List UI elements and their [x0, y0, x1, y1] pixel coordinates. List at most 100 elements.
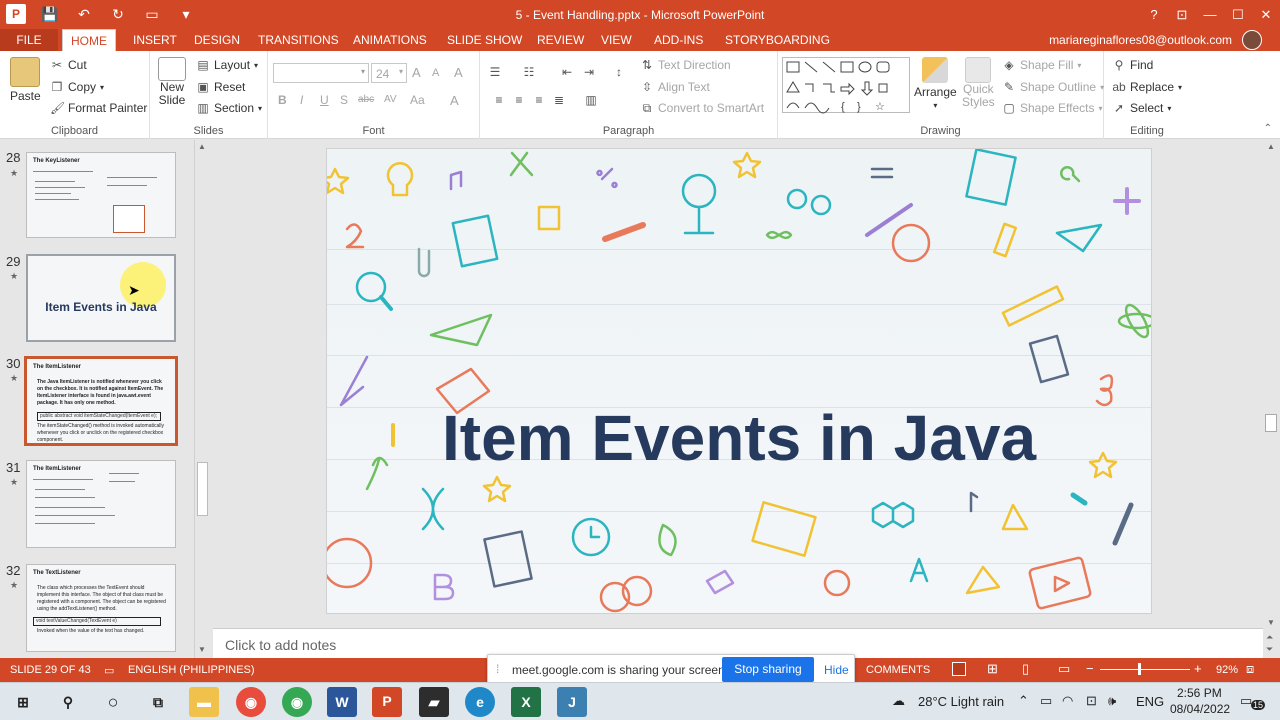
clear-formatting-button[interactable]: A	[454, 65, 463, 80]
scrollbar-thumb[interactable]	[1265, 414, 1277, 432]
tab-file[interactable]: FILE	[0, 29, 58, 51]
slide-scrollbar[interactable]: ▲ ▼ ⏶ ⏷	[1263, 140, 1280, 658]
clock-time[interactable]: 2:56 PM	[1177, 686, 1222, 700]
maximize-button[interactable]: ☐	[1224, 0, 1252, 29]
tab-design[interactable]: DESIGN	[186, 29, 248, 51]
minimize-button[interactable]: —	[1196, 0, 1224, 29]
shrink-font-button[interactable]: A	[432, 67, 439, 79]
close-button[interactable]: ✕	[1252, 0, 1280, 29]
wifi-icon[interactable]: ◠	[1062, 693, 1073, 709]
zoom-in-icon[interactable]: +	[1194, 661, 1202, 676]
tab-storyboarding[interactable]: STORYBOARDING	[717, 29, 838, 51]
tab-slide-show[interactable]: SLIDE SHOW	[439, 29, 530, 51]
zoom-slider[interactable]	[1100, 669, 1190, 670]
slide-thumbnail-32[interactable]: The TextListener The class which process…	[26, 564, 176, 652]
chrome-icon[interactable]: ◉	[282, 687, 312, 717]
tab-animations[interactable]: ANIMATIONS	[345, 29, 435, 51]
thumbnail-scrollbar[interactable]: ▲ ▼	[194, 140, 210, 658]
bullets-button[interactable]: ☰	[488, 65, 502, 79]
comments-button[interactable]: COMMENTS	[866, 664, 930, 676]
font-name-combobox[interactable]: ▾	[273, 63, 369, 83]
underline-button[interactable]: U	[320, 93, 329, 107]
windows-start-icon[interactable]: ⊞	[8, 687, 38, 717]
format-painter-button[interactable]: 🖌 Format Painter	[50, 101, 147, 115]
shape-effects-button[interactable]: ▢ Shape Effects ▾	[1002, 101, 1102, 115]
search-icon[interactable]: ⚲	[53, 687, 83, 717]
change-case-button[interactable]: Aa	[410, 93, 425, 107]
volume-icon[interactable]: 🕪	[1108, 693, 1116, 709]
character-spacing-button[interactable]: AV	[384, 94, 397, 105]
scrollbar-thumb[interactable]	[197, 462, 208, 516]
proofing-icon[interactable]: ▭	[104, 664, 114, 677]
scroll-up-icon[interactable]: ▲	[1267, 142, 1275, 151]
current-slide[interactable]: Item Events in Java	[326, 148, 1152, 614]
normal-view-icon[interactable]	[952, 662, 966, 676]
slide-sorter-icon[interactable]: ⊞	[987, 661, 998, 677]
shape-fill-button[interactable]: ◈ Shape Fill ▾	[1002, 58, 1081, 72]
account-email[interactable]: mariareginaflores08@outlook.com	[1049, 33, 1232, 47]
stop-sharing-button[interactable]: Stop sharing	[722, 657, 814, 682]
replace-button[interactable]: ab Replace ▾	[1112, 80, 1182, 94]
shapes-gallery[interactable]: {} ☆	[782, 57, 910, 114]
zoom-slider-thumb[interactable]	[1138, 663, 1141, 675]
italic-button[interactable]: I	[300, 93, 303, 107]
weather-icon[interactable]: ☁	[892, 693, 905, 709]
tab-insert[interactable]: INSERT	[125, 29, 185, 51]
strikethrough-button[interactable]: abc	[358, 94, 374, 105]
tab-transitions[interactable]: TRANSITIONS	[250, 29, 347, 51]
arrange-button[interactable]: Arrange ▾	[914, 57, 957, 110]
paste-button[interactable]: Paste	[10, 57, 41, 103]
excel-icon[interactable]: X	[511, 687, 541, 717]
slide-thumbnail-30[interactable]: The ItemListener The Java ItemListener i…	[24, 356, 178, 446]
next-slide-icon[interactable]: ⏷	[1266, 644, 1273, 655]
slide-thumbnail-29[interactable]: Item Events in Java ➤	[26, 254, 176, 342]
java-app-icon[interactable]: J	[557, 687, 587, 717]
reading-view-icon[interactable]: ▯	[1022, 661, 1029, 677]
slide-title[interactable]: Item Events in Java	[327, 401, 1151, 475]
numbering-button[interactable]: ☷	[522, 65, 536, 79]
powerpoint-icon[interactable]: P	[372, 687, 402, 717]
align-right-button[interactable]: ≡	[532, 93, 546, 107]
sticky-app-icon[interactable]: ▰	[419, 687, 449, 717]
decrease-indent-button[interactable]: ⇤	[560, 65, 574, 79]
avatar[interactable]	[1242, 30, 1262, 50]
layout-button[interactable]: ▤ Layout ▾	[196, 58, 258, 72]
tab-view[interactable]: VIEW	[593, 29, 640, 51]
font-size-combobox[interactable]: 24 ▾	[371, 63, 407, 83]
chrome-profile-icon[interactable]: ◉	[236, 687, 266, 717]
shape-outline-button[interactable]: ✎ Shape Outline ▾	[1002, 80, 1104, 94]
font-color-button[interactable]: A	[450, 93, 459, 108]
battery-icon[interactable]: ⊡	[1086, 693, 1097, 709]
text-shadow-button[interactable]: S	[340, 93, 348, 107]
ribbon-display-options-button[interactable]: ⊡	[1168, 0, 1196, 29]
bold-button[interactable]: B	[278, 93, 287, 107]
section-button[interactable]: ▥ Section ▾	[196, 101, 262, 115]
cut-button[interactable]: ✂ Cut	[50, 58, 87, 72]
justify-button[interactable]: ≣	[552, 93, 566, 107]
align-left-button[interactable]: ≡	[492, 93, 506, 107]
slide-show-icon[interactable]: ▭	[1058, 661, 1070, 677]
columns-button[interactable]: ▥	[584, 93, 598, 107]
line-spacing-button[interactable]: ↕	[612, 65, 626, 79]
scroll-down-icon[interactable]: ▼	[198, 645, 206, 654]
language-indicator[interactable]: ENGLISH (PHILIPPINES)	[128, 664, 255, 676]
help-button[interactable]: ?	[1140, 0, 1168, 29]
hide-button[interactable]: Hide	[824, 663, 849, 677]
increase-indent-button[interactable]: ⇥	[582, 65, 596, 79]
convert-smartart-button[interactable]: ⧉ Convert to SmartArt	[640, 101, 764, 115]
collapse-ribbon-icon[interactable]: ⌃	[1264, 123, 1272, 134]
zoom-level[interactable]: 92%	[1216, 664, 1238, 676]
previous-slide-icon[interactable]: ⏶	[1266, 632, 1273, 643]
weather-text[interactable]: 28°C Light rain	[918, 694, 1004, 709]
tab-review[interactable]: REVIEW	[529, 29, 592, 51]
quick-styles-button[interactable]: Quick Styles	[962, 57, 995, 109]
input-language[interactable]: ENG	[1136, 694, 1164, 709]
drag-handle-icon[interactable]: ⁞	[496, 662, 499, 676]
tray-chevron-icon[interactable]: ⌃	[1018, 693, 1029, 709]
clock-date[interactable]: 08/04/2022	[1170, 702, 1230, 716]
slide-thumbnail-28[interactable]: The KeyListener	[26, 152, 176, 238]
file-explorer-icon[interactable]: ▬	[189, 687, 219, 717]
edge-icon[interactable]: e	[465, 687, 495, 717]
scroll-up-icon[interactable]: ▲	[198, 142, 206, 151]
reset-button[interactable]: ▣ Reset	[196, 80, 245, 94]
